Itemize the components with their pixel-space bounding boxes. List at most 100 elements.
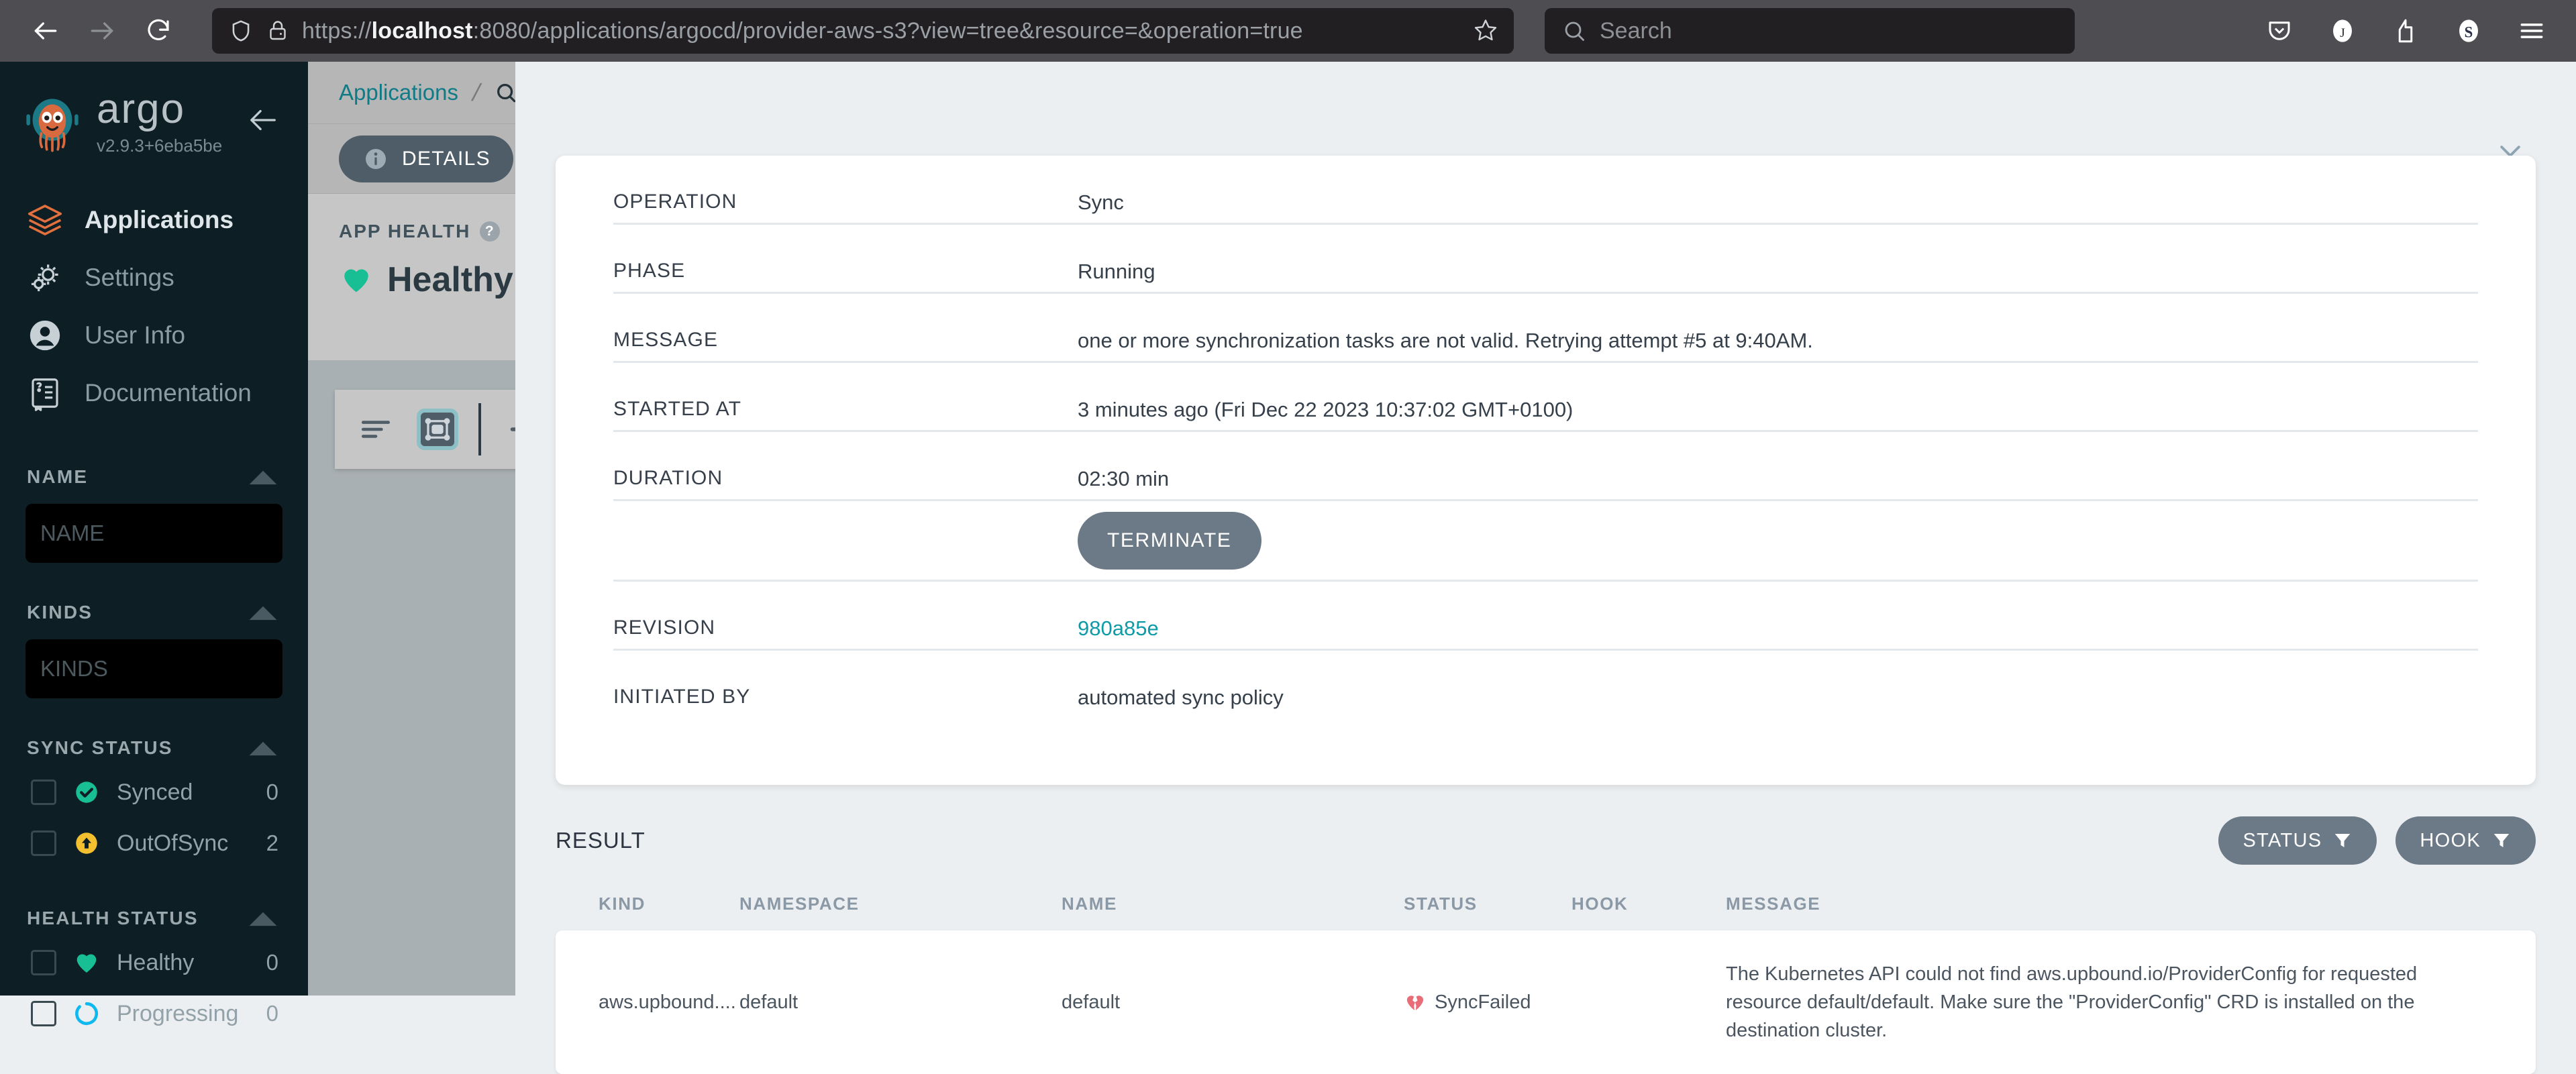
filter-row-label: Healthy	[117, 949, 195, 975]
cell-status: SyncFailed	[1404, 991, 1572, 1014]
detail-row-message: MESSAGE one or more synchronization task…	[613, 294, 2478, 363]
filter-header-sync-status[interactable]: SYNC STATUS	[0, 729, 308, 767]
svg-text:J: J	[2340, 26, 2345, 40]
detail-label: REVISION	[613, 616, 716, 639]
sync-status-filter-group: SYNC STATUS Synced 0 OutOfSync 2	[0, 729, 308, 869]
table-row[interactable]: aws.upbound.... default default SyncFail…	[556, 930, 2536, 1074]
column-header-name: NAME	[1062, 894, 1117, 914]
sidebar-item-applications[interactable]: Applications	[0, 191, 308, 249]
breadcrumb-applications-link[interactable]: Applications	[339, 80, 458, 105]
arrow-up-circle-icon	[71, 829, 102, 857]
sync-account-icon[interactable]: S	[2449, 11, 2489, 51]
detail-row-initiated-by: INITIATED BY automated sync policy	[613, 651, 2478, 720]
tree-view-icon[interactable]	[417, 409, 458, 450]
sidebar-collapse-button[interactable]	[248, 105, 278, 139]
checkbox[interactable]	[31, 1001, 56, 1026]
search-icon	[497, 84, 516, 103]
forward-button[interactable]	[74, 3, 130, 59]
reload-button[interactable]	[130, 3, 187, 59]
sidebar-filters: NAME NAME KINDS KINDS SYNC STATUS Synced	[0, 458, 308, 1039]
url-path: :8080/applications/argocd/provider-aws-s…	[472, 17, 1303, 44]
kinds-filter-input[interactable]: KINDS	[25, 639, 282, 698]
brand-header: argo v2.9.3+6eba5be	[0, 62, 308, 156]
tab-details[interactable]: DETAILS	[339, 135, 513, 182]
column-header-message: MESSAGE	[1726, 894, 1821, 914]
filter-row-outofsync[interactable]: OutOfSync 2	[0, 818, 308, 869]
result-header: RESULT STATUS HOOK	[556, 816, 2536, 865]
cell-name: default	[1062, 991, 1121, 1013]
browser-search-bar[interactable]: Search	[1545, 8, 2075, 54]
filter-title: NAME	[27, 466, 89, 487]
detail-row-terminate: TERMINATE	[613, 501, 2478, 582]
arrow-left-icon	[250, 109, 276, 131]
detail-row-started-at: STARTED AT 3 minutes ago (Fri Dec 22 202…	[613, 363, 2478, 432]
filter-title: HEALTH STATUS	[27, 908, 199, 928]
list-view-icon[interactable]	[355, 409, 397, 450]
filter-icon	[2335, 834, 2351, 847]
address-bar[interactable]: https://localhost:8080/applications/argo…	[212, 8, 1514, 54]
hook-filter-label: HOOK	[2420, 829, 2481, 851]
url-text: https://localhost:8080/applications/argo…	[302, 18, 1303, 44]
filter-row-count: 0	[266, 780, 278, 804]
chevron-up-icon	[249, 912, 277, 926]
detail-label: STARTED AT	[613, 398, 742, 420]
detail-label: MESSAGE	[613, 329, 719, 351]
checkbox[interactable]	[31, 950, 56, 975]
bookmark-star-icon[interactable]	[1474, 17, 1498, 45]
column-header-hook: HOOK	[1572, 894, 1629, 914]
app-menu-icon[interactable]	[2512, 11, 2552, 51]
health-status-filter-group: HEALTH STATUS Healthy 0 Progressing 0	[0, 900, 308, 1039]
cell-namespace: default	[739, 991, 798, 1013]
detail-value: 3 minutes ago (Fri Dec 22 2023 10:37:02 …	[1078, 398, 1574, 421]
filter-header-kinds[interactable]: KINDS	[0, 594, 308, 631]
checkbox[interactable]	[31, 780, 56, 805]
check-circle-icon	[71, 778, 102, 806]
detail-row-operation: OPERATION Sync	[613, 156, 2478, 225]
container-tabs-icon[interactable]: J	[2322, 11, 2363, 51]
detail-row-revision: REVISION 980a85e	[613, 582, 2478, 651]
app-health-status: Healthy	[387, 260, 513, 299]
tracking-protection-icon[interactable]	[228, 18, 254, 44]
heart-icon	[71, 949, 102, 977]
sidebar-item-settings[interactable]: Settings	[0, 249, 308, 307]
detail-value: 02:30 min	[1078, 467, 1170, 490]
toolbar-divider	[478, 403, 481, 455]
browser-search-placeholder: Search	[1600, 17, 1672, 44]
lock-warning-icon[interactable]	[266, 19, 290, 43]
heart-icon	[344, 269, 368, 292]
question-icon[interactable]: ?	[480, 221, 501, 241]
user-icon	[24, 317, 66, 354]
sidebar: argo v2.9.3+6eba5be Applications Setting…	[0, 62, 308, 1026]
filter-row-synced[interactable]: Synced 0	[0, 767, 308, 818]
name-filter-placeholder: NAME	[40, 521, 105, 545]
detail-label: OPERATION	[613, 191, 737, 213]
url-prefix: https://	[302, 17, 372, 44]
extension-icon[interactable]	[2385, 11, 2426, 51]
sidebar-item-documentation[interactable]: Documentation	[0, 364, 308, 422]
detail-label: DURATION	[613, 467, 723, 489]
name-filter-input[interactable]: NAME	[25, 504, 282, 563]
sidebar-item-user-info[interactable]: User Info	[0, 307, 308, 364]
column-header-namespace: NAMESPACE	[739, 894, 860, 914]
hook-filter-button[interactable]: HOOK	[2395, 816, 2536, 865]
status-filter-button[interactable]: STATUS	[2218, 816, 2377, 865]
status-badge: SyncFailed	[1435, 991, 1531, 1013]
checkbox[interactable]	[31, 830, 56, 856]
filter-row-healthy[interactable]: Healthy 0	[0, 937, 308, 988]
filter-icon	[2493, 834, 2510, 847]
cell-kind: aws.upbound....	[599, 991, 736, 1013]
reload-icon	[148, 19, 169, 40]
sidebar-item-label: Applications	[85, 206, 234, 233]
filter-header-name[interactable]: NAME	[0, 458, 308, 496]
result-table-header: KIND NAMESPACE NAME STATUS HOOK MESSAGE	[556, 894, 2536, 914]
back-button[interactable]	[17, 3, 74, 59]
gear-icon	[24, 259, 66, 297]
terminate-button[interactable]: TERMINATE	[1078, 511, 1261, 570]
cell-message: The Kubernetes API could not find aws.up…	[1726, 963, 2418, 1042]
filter-header-health-status[interactable]: HEALTH STATUS	[0, 900, 308, 937]
pocket-icon[interactable]	[2259, 11, 2300, 51]
revision-link[interactable]: 980a85e	[1078, 616, 1159, 641]
chevron-up-icon	[249, 470, 277, 485]
kinds-filter-placeholder: KINDS	[40, 656, 108, 681]
filter-row-progressing[interactable]: Progressing 0	[0, 988, 308, 1039]
